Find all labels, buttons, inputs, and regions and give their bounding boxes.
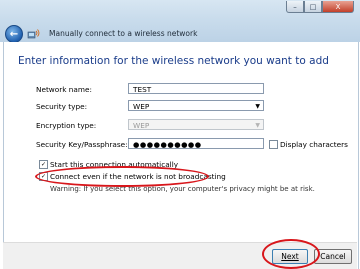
security-type-label: Security type: <box>36 102 88 111</box>
back-button[interactable]: ← <box>5 25 23 43</box>
window-title: Manually connect to a wireless network <box>49 29 198 38</box>
minimize-button[interactable]: – <box>286 1 304 13</box>
close-button[interactable]: X <box>322 1 354 13</box>
security-type-select[interactable]: WEP ▼ <box>128 100 264 111</box>
network-name-input[interactable]: TEST <box>128 83 264 94</box>
title-bar: – □ X ← Manually connect to a wireless n… <box>0 0 360 43</box>
security-type-value: WEP <box>133 102 150 111</box>
network-name-label: Network name: <box>36 85 92 94</box>
maximize-button[interactable]: □ <box>304 1 322 13</box>
highlight-annotation <box>35 166 209 187</box>
wizard-window: – □ X ← Manually connect to a wireless n… <box>0 0 360 269</box>
highlight-annotation <box>262 239 320 269</box>
back-arrow-icon: ← <box>9 28 19 40</box>
display-characters-label[interactable]: Display characters <box>280 140 348 149</box>
start-automatically-checkbox[interactable]: ✓ <box>39 160 48 169</box>
chevron-down-icon: ▼ <box>255 103 260 110</box>
window-controls: – □ X <box>286 1 354 13</box>
encryption-type-label: Encryption type: <box>36 121 97 130</box>
wireless-network-icon <box>27 29 40 39</box>
button-bar: Next Cancel <box>3 239 357 269</box>
page-heading: Enter information for the wireless netwo… <box>18 55 329 67</box>
encryption-type-select: WEP ▼ <box>128 119 264 130</box>
chevron-down-icon: ▼ <box>255 122 260 129</box>
security-key-input[interactable]: ●●●●●●●●●● <box>128 138 264 149</box>
encryption-type-value: WEP <box>133 121 150 130</box>
display-characters-checkbox[interactable] <box>269 140 278 149</box>
security-key-label: Security Key/Passphrase: <box>36 140 128 149</box>
content-pane: Enter information for the wireless netwo… <box>3 42 359 269</box>
